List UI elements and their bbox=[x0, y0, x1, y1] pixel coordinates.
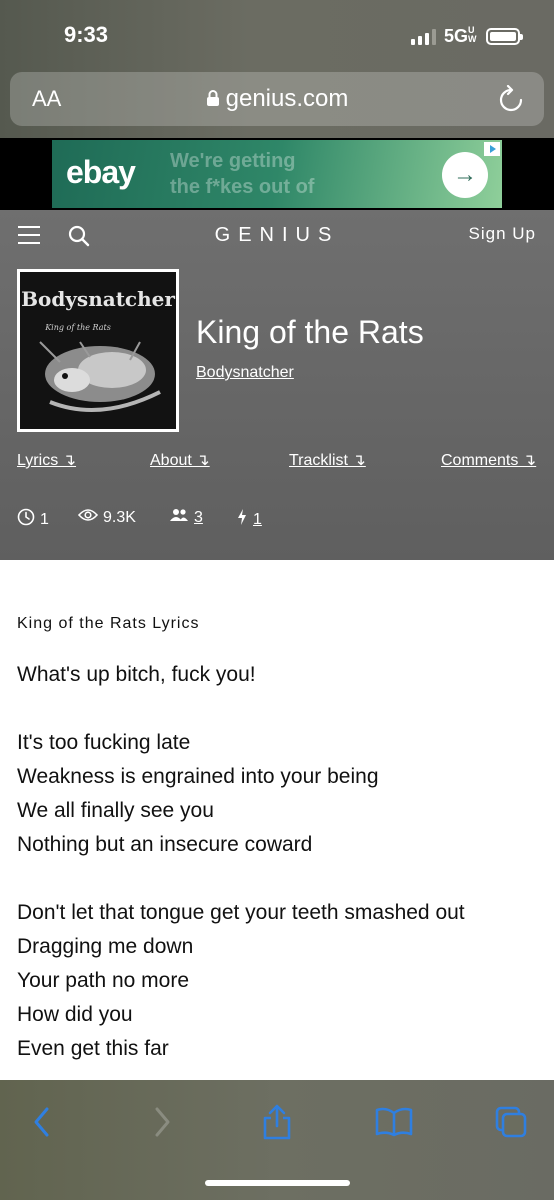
lyric-line[interactable]: Don't let that tongue get your teeth sma… bbox=[17, 896, 537, 930]
ad-choices-icon[interactable] bbox=[484, 142, 500, 156]
song-header: GENIUS Sign Up Bodysnatcher King of the … bbox=[0, 210, 554, 560]
contributors-icon bbox=[169, 508, 189, 527]
tracklist-link[interactable]: Tracklist ↴ bbox=[289, 450, 366, 470]
about-link[interactable]: About ↴ bbox=[150, 450, 210, 470]
lyrics-body: What's up bitch, fuck you! It's too fuck… bbox=[17, 658, 537, 1066]
album-band-logo: Bodysnatcher bbox=[21, 287, 175, 311]
artist-link[interactable]: Bodysnatcher bbox=[196, 364, 294, 382]
stat-views: 9.3K bbox=[77, 508, 136, 527]
comments-link[interactable]: Comments ↴ bbox=[441, 450, 536, 470]
song-title: King of the Rats bbox=[196, 314, 424, 350]
stat-annotations[interactable]: 1 bbox=[236, 508, 262, 531]
eye-icon bbox=[77, 508, 99, 527]
album-cover-image: Bodysnatcher King of the Rats bbox=[20, 272, 176, 429]
stat-release: 1 bbox=[17, 508, 49, 531]
ad-strip: ebay We're getting the f*kes out of → bbox=[0, 138, 554, 210]
tabs-icon bbox=[495, 1106, 527, 1138]
ad-text: We're getting the f*kes out of bbox=[170, 148, 314, 200]
ad-text-line1: We're getting bbox=[170, 150, 296, 172]
sign-up-link[interactable]: Sign Up bbox=[469, 224, 536, 244]
ad-text-line2: the f*kes out of bbox=[170, 176, 315, 198]
lyrics-heading: King of the Rats Lyrics bbox=[17, 615, 200, 632]
url-display[interactable]: genius.com bbox=[10, 85, 544, 114]
ad-arrow-button[interactable]: → bbox=[442, 152, 488, 198]
network-type: 5G bbox=[443, 26, 468, 46]
signal-icon bbox=[410, 28, 436, 45]
contributors-count[interactable]: 3 bbox=[194, 509, 203, 527]
bolt-icon bbox=[236, 508, 248, 531]
lyric-line[interactable]: It's too fucking late bbox=[17, 726, 537, 760]
lyric-line bbox=[17, 862, 537, 896]
album-subtitle: King of the Rats bbox=[44, 323, 111, 332]
book-icon bbox=[375, 1107, 413, 1137]
song-stats: 1 9.3K 3 1 bbox=[0, 508, 554, 532]
clock-value: 1 bbox=[40, 510, 49, 528]
lyric-line[interactable]: Dragging me down bbox=[17, 930, 537, 964]
chevron-left-icon bbox=[34, 1107, 49, 1137]
genius-nav: GENIUS Sign Up bbox=[0, 210, 554, 260]
lyric-line[interactable]: Even get this far bbox=[17, 1032, 537, 1066]
forward-button[interactable] bbox=[138, 1100, 186, 1144]
status-bar: 9:33 5GUW bbox=[0, 0, 554, 72]
lyric-line[interactable]: What's up bitch, fuck you! bbox=[17, 658, 537, 692]
views-count: 9.3K bbox=[103, 508, 136, 526]
section-links: Lyrics ↴ About ↴ Tracklist ↴ Comments ↴ bbox=[0, 450, 554, 474]
lock-icon bbox=[206, 86, 220, 114]
safari-bottom-toolbar bbox=[0, 1080, 554, 1200]
address-bar[interactable]: AA genius.com bbox=[10, 72, 544, 126]
url-text: genius.com bbox=[225, 85, 349, 112]
ebay-logo: ebay bbox=[66, 154, 136, 190]
home-indicator bbox=[205, 1180, 350, 1186]
network-label: 5GUW bbox=[444, 26, 478, 47]
lyric-line[interactable]: Weakness is engrained into your being bbox=[17, 760, 537, 794]
tabs-button[interactable] bbox=[487, 1100, 535, 1144]
back-button[interactable] bbox=[18, 1100, 66, 1144]
lyric-line[interactable]: Nothing but an insecure coward bbox=[17, 828, 537, 862]
chevron-right-icon bbox=[155, 1107, 170, 1137]
album-cover-art[interactable]: Bodysnatcher King of the Rats bbox=[17, 269, 179, 432]
reload-icon[interactable] bbox=[498, 84, 524, 118]
share-icon bbox=[263, 1104, 291, 1140]
stat-contributors[interactable]: 3 bbox=[169, 508, 203, 527]
status-indicators: 5GUW bbox=[410, 26, 523, 47]
status-time: 9:33 bbox=[64, 22, 109, 47]
annotations-count[interactable]: 1 bbox=[253, 511, 262, 529]
network-suffix: UW bbox=[468, 25, 477, 44]
arrow-right-icon: → bbox=[453, 161, 477, 188]
lyrics-link[interactable]: Lyrics ↴ bbox=[17, 450, 76, 470]
battery-icon bbox=[486, 28, 523, 45]
ebay-ad-banner[interactable]: ebay We're getting the f*kes out of → bbox=[52, 140, 502, 208]
lyric-line bbox=[17, 692, 537, 726]
lyrics-section: King of the Rats Lyrics What's up bitch,… bbox=[0, 560, 554, 1080]
safari-top-chrome: 9:33 5GUW AA genius.com bbox=[0, 0, 554, 138]
share-button[interactable] bbox=[253, 1100, 301, 1144]
lyric-line[interactable]: Your path no more bbox=[17, 964, 537, 998]
clock-icon bbox=[17, 508, 35, 531]
bookmarks-button[interactable] bbox=[370, 1100, 418, 1144]
lyric-line[interactable]: We all finally see you bbox=[17, 794, 537, 828]
lyric-line[interactable]: How did you bbox=[17, 998, 537, 1032]
